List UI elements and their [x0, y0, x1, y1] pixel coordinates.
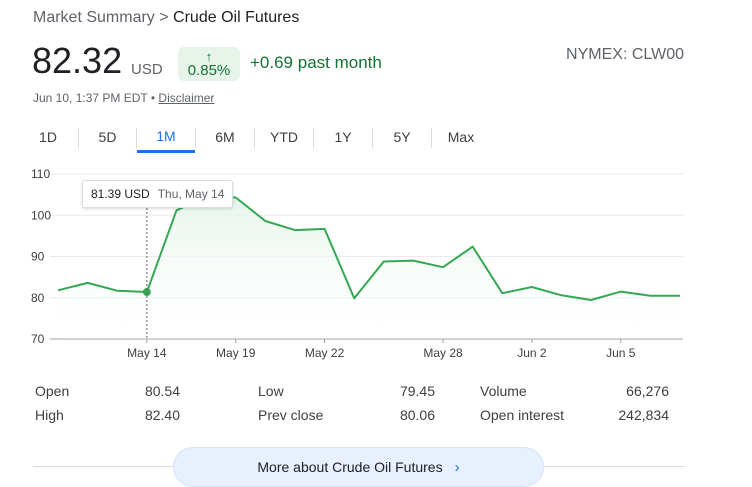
x-tick-label: May 19	[216, 346, 256, 360]
tab-1d[interactable]: 1D	[18, 122, 78, 152]
tab-1y[interactable]: 1Y	[314, 122, 372, 152]
change-absolute: +0.69 past month	[250, 53, 382, 72]
data-point	[441, 265, 445, 269]
data-point	[352, 296, 356, 300]
tab-ytd[interactable]: YTD	[255, 122, 313, 152]
time-range-tabs: 1D 5D 1M 6M YTD 1Y 5Y Max	[18, 122, 490, 154]
x-tick-label: May 22	[305, 346, 345, 360]
x-tick-label: Jun 5	[606, 346, 636, 360]
stat-label: Volume	[480, 383, 527, 399]
x-tick-label: Jun 2	[517, 346, 547, 360]
data-point	[234, 196, 238, 200]
breadcrumb-separator: >	[159, 9, 169, 26]
arrow-up-icon: ↑	[205, 48, 213, 64]
more-about-button[interactable]: More about Crude Oil Futures ›	[173, 447, 544, 487]
stat-value: 80.06	[399, 407, 435, 423]
series-area	[58, 196, 680, 339]
ticker-symbol: NYMEX: CLW00	[566, 46, 684, 63]
stat-label: Open interest	[480, 407, 565, 423]
tab-1m[interactable]: 1M	[137, 122, 195, 153]
stat-value: 82.40	[144, 407, 180, 423]
breadcrumb-root[interactable]: Market Summary	[33, 9, 155, 26]
data-point	[619, 290, 623, 294]
data-point	[56, 288, 60, 292]
tab-6m[interactable]: 6M	[196, 122, 254, 152]
data-point	[323, 227, 327, 231]
chart-tooltip: 81.39 USD Thu, May 14	[82, 180, 234, 208]
stat-label: Open	[35, 383, 70, 399]
stat-value: 80.54	[144, 383, 180, 399]
tab-max[interactable]: Max	[432, 122, 490, 152]
data-point	[560, 293, 564, 297]
quote-timestamp: Jun 10, 1:37 PM EDT • Disclaimer	[33, 91, 214, 105]
stat-label: Low	[258, 383, 284, 399]
y-tick-label: 100	[31, 208, 51, 222]
stats-row: Open 80.54 Low 79.45 Volume 66,276	[35, 383, 675, 407]
x-tick-label: May 28	[423, 346, 463, 360]
data-point	[648, 294, 652, 298]
change-percent: 0.85%	[187, 61, 231, 79]
data-point	[678, 294, 682, 298]
more-about-label: More about Crude Oil Futures	[257, 458, 443, 475]
data-point	[293, 228, 297, 232]
timestamp-text: Jun 10, 1:37 PM EDT	[33, 91, 148, 105]
y-tick-label: 90	[31, 250, 45, 264]
stat-value: 242,834	[618, 407, 669, 423]
y-tick-label: 110	[31, 167, 50, 181]
stat-label: Prev close	[258, 407, 324, 423]
stats-row: High 82.40 Prev close 80.06 Open interes…	[35, 407, 675, 431]
breadcrumb-current: Crude Oil Futures	[173, 9, 300, 26]
data-point	[500, 291, 504, 295]
chevron-right-icon: ›	[454, 458, 460, 476]
tooltip-date: Thu, May 14	[157, 187, 225, 201]
stats-table: Open 80.54 Low 79.45 Volume 66,276 High …	[35, 383, 675, 431]
data-point	[411, 259, 415, 263]
x-tick-label: May 14	[127, 346, 167, 360]
stat-label: High	[35, 407, 64, 423]
change-percent-badge: ↑ 0.85%	[178, 47, 240, 81]
data-point	[471, 245, 475, 249]
bullet-separator: •	[150, 91, 156, 105]
breadcrumb: Market Summary > Crude Oil Futures	[33, 9, 299, 27]
tooltip-value: 81.39 USD	[91, 187, 150, 201]
data-point	[382, 259, 386, 263]
stat-value: 66,276	[626, 383, 669, 399]
stat-value: 79.45	[399, 383, 435, 399]
tab-5d[interactable]: 5D	[79, 122, 136, 152]
data-point	[115, 289, 119, 293]
y-tick-label: 70	[31, 332, 45, 346]
currency-label: USD	[131, 61, 163, 78]
data-point	[530, 285, 534, 289]
data-point	[174, 208, 178, 212]
data-point	[86, 281, 90, 285]
data-point	[589, 298, 593, 302]
data-point	[263, 219, 267, 223]
tab-5y[interactable]: 5Y	[373, 122, 431, 152]
current-price: 82.32	[32, 40, 123, 81]
y-tick-label: 80	[31, 291, 45, 305]
disclaimer-link[interactable]: Disclaimer	[158, 91, 214, 105]
